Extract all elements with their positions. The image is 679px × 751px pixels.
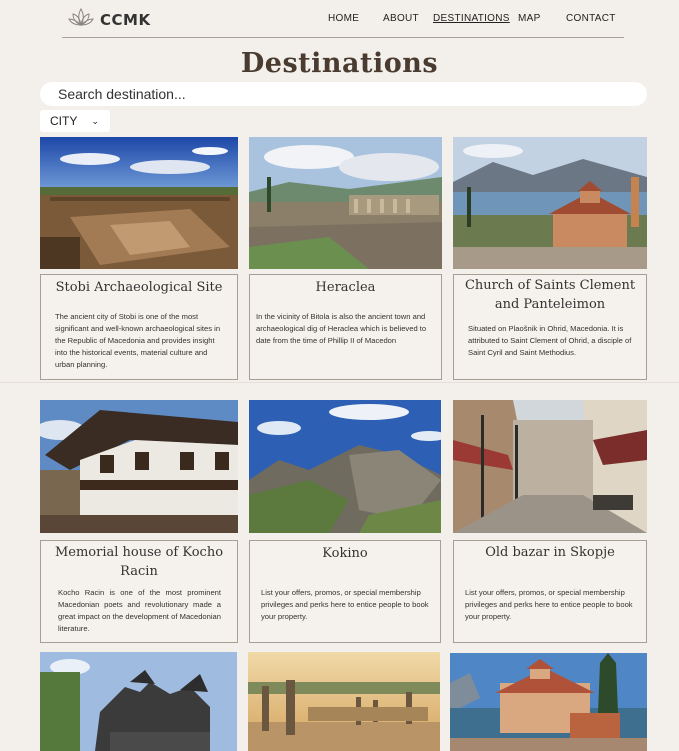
destination-card[interactable]: Stobi Archaeological Site The ancient ci… (40, 137, 238, 380)
destination-image[interactable] (249, 137, 442, 269)
destination-name: Church of Saints Clement and Panteleimon (464, 278, 636, 312)
destination-name: Old bazar in Skopje (485, 545, 615, 560)
destination-card[interactable]: Church of Saints Clement and Panteleimon… (453, 137, 647, 380)
destination-name: Stobi Archaeological Site (55, 280, 223, 295)
destination-info: Old bazar in Skopje List your offers, pr… (453, 540, 647, 643)
destination-card[interactable]: Kokino List your offers, promos, or spec… (249, 400, 441, 643)
destination-image[interactable] (40, 400, 238, 533)
destination-image[interactable] (249, 400, 441, 533)
destination-info: Memorial house of Kocho Racin Kocho Raci… (40, 540, 238, 643)
destination-description: In the vicinity of Bitola is also the an… (256, 312, 427, 345)
destination-card[interactable]: Heraclea In the vicinity of Bitola is al… (249, 137, 442, 380)
destination-image[interactable] (453, 400, 647, 533)
nav-home[interactable]: HOME (328, 13, 359, 24)
nav-contact[interactable]: CONTACT (566, 13, 616, 24)
site-header: CCMK HOME ABOUT DESTINATIONS MAP CONTACT (0, 0, 679, 40)
destination-image[interactable] (453, 137, 647, 269)
destination-description: List your offers, promos, or special mem… (465, 588, 633, 621)
destination-card[interactable] (40, 652, 237, 751)
destination-name: Heraclea (315, 280, 376, 295)
destination-image[interactable] (40, 137, 238, 269)
destination-info: Church of Saints Clement and Panteleimon… (453, 274, 647, 380)
page-title: Destinations (240, 48, 439, 79)
destination-description: Situated on Plaošnik in Ohrid, Macedonia… (468, 324, 632, 357)
nav-about[interactable]: ABOUT (383, 13, 419, 24)
destination-info: Heraclea In the vicinity of Bitola is al… (249, 274, 442, 380)
main-nav: HOME ABOUT DESTINATIONS MAP CONTACT (0, 13, 679, 27)
destination-card[interactable] (450, 653, 647, 751)
destination-image[interactable] (248, 652, 440, 751)
nav-map[interactable]: MAP (518, 13, 541, 24)
destination-description: Kocho Racin is one of the most prominent… (58, 588, 221, 633)
nav-destinations[interactable]: DESTINATIONS (433, 13, 510, 24)
chevron-down-icon: ⌄ (91, 115, 99, 126)
header-divider (62, 37, 624, 38)
destination-info: Stobi Archaeological Site The ancient ci… (40, 274, 238, 380)
row-divider (0, 382, 679, 383)
city-filter-dropdown[interactable]: CITY ⌄ (40, 110, 110, 132)
destination-description: List your offers, promos, or special mem… (261, 588, 429, 621)
destination-image[interactable] (450, 653, 647, 751)
destination-card[interactable]: Old bazar in Skopje List your offers, pr… (453, 400, 647, 643)
search-input[interactable] (40, 82, 647, 106)
destination-name: Memorial house of Kocho Racin (54, 545, 224, 579)
destination-info: Kokino List your offers, promos, or spec… (249, 540, 441, 643)
destination-card[interactable] (248, 652, 440, 751)
city-filter-label: CITY (50, 114, 78, 128)
destination-name: Kokino (322, 546, 368, 561)
destination-image[interactable] (40, 652, 237, 751)
destination-card[interactable]: Memorial house of Kocho Racin Kocho Raci… (40, 400, 238, 643)
destination-description: The ancient city of Stobi is one of the … (55, 312, 221, 369)
